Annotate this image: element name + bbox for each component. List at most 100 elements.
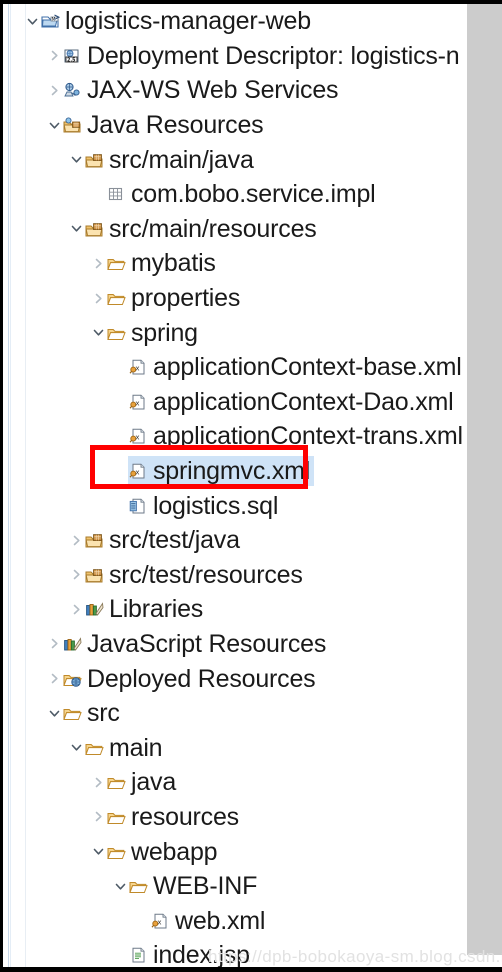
tree-row[interactable]: index.jsp xyxy=(3,938,467,967)
tree-row-content[interactable]: x applicationContext-base.xml xyxy=(128,352,466,382)
tree-row[interactable]: x springmvc.xml xyxy=(3,454,467,489)
svg-text:x: x xyxy=(135,365,139,373)
tree-row[interactable]: x applicationContext-Dao.xml xyxy=(3,385,467,420)
tree-row[interactable]: src xyxy=(3,696,467,731)
tree-row[interactable]: x applicationContext-trans.xml xyxy=(3,419,467,454)
chevron-down-icon[interactable] xyxy=(91,316,106,350)
tree-row[interactable]: resources xyxy=(3,800,467,835)
chevron-right-icon[interactable] xyxy=(91,246,106,280)
project-explorer-view: Mlogistics-manager-web 2.5 Deployment Desc… xyxy=(0,0,502,972)
tree-row-content[interactable]: JAX-WS Web Services xyxy=(62,75,342,105)
project-tree[interactable]: Mlogistics-manager-web 2.5 Deployment Desc… xyxy=(3,4,467,967)
tree-row-content[interactable]: spring xyxy=(106,318,202,348)
chevron-right-icon[interactable] xyxy=(47,39,62,73)
tree-row-content[interactable]: index.jsp xyxy=(128,940,254,967)
chevron-down-icon[interactable] xyxy=(69,731,84,765)
tree-row-content[interactable]: src/main/java xyxy=(84,145,258,175)
tree-row-label: spring xyxy=(131,318,198,347)
chevron-down-icon[interactable] xyxy=(113,869,128,903)
chevron-right-icon[interactable] xyxy=(91,765,106,799)
deployed-resources-icon xyxy=(62,669,82,689)
chevron-right-icon[interactable] xyxy=(47,662,62,696)
tree-row-label: applicationContext-trans.xml xyxy=(153,422,463,451)
tree-row[interactable]: java xyxy=(3,765,467,800)
tree-row-content[interactable]: JavaScript Resources xyxy=(62,629,330,659)
libraries-icon xyxy=(84,599,104,619)
tree-row-label: java xyxy=(131,768,177,797)
tree-row-content[interactable]: src/main/resources xyxy=(84,214,321,244)
tree-row[interactable]: src/test/resources xyxy=(3,558,467,593)
tree-row[interactable]: logistics.sql xyxy=(3,488,467,523)
folder-icon xyxy=(106,807,126,827)
chevron-down-icon[interactable] xyxy=(69,143,84,177)
tree-row[interactable]: com.bobo.service.impl xyxy=(3,177,467,212)
chevron-right-icon[interactable] xyxy=(69,523,84,557)
tree-row[interactable]: JAX-WS Web Services xyxy=(3,73,467,108)
tree-row[interactable]: src/main/java xyxy=(3,142,467,177)
tree-row[interactable]: x applicationContext-base.xml xyxy=(3,350,467,385)
tree-row-content[interactable]: x applicationContext-trans.xml xyxy=(128,421,467,451)
chevron-right-icon[interactable] xyxy=(69,592,84,626)
tree-row[interactable]: x web.xml xyxy=(3,903,467,938)
tree-row-content[interactable]: webapp xyxy=(106,837,221,867)
chevron-down-icon[interactable] xyxy=(91,835,106,869)
web-project-icon: M xyxy=(40,11,60,31)
tree-row[interactable]: JavaScript Resources xyxy=(3,627,467,662)
tree-row-content[interactable]: Mlogistics-manager-web xyxy=(40,6,315,36)
tree-row-content[interactable]: resources xyxy=(106,802,243,832)
tree-row[interactable]: spring xyxy=(3,315,467,350)
tree-row-content[interactable]: 2.5 Deployment Descriptor: logistics-n xyxy=(62,41,464,71)
tree-row[interactable]: Deployed Resources xyxy=(3,661,467,696)
tree-row[interactable]: src/main/resources xyxy=(3,212,467,247)
tree-row-label: WEB-INF xyxy=(153,872,258,901)
tree-row-content[interactable]: WEB-INF xyxy=(128,871,261,901)
tree-row-content[interactable]: com.bobo.service.impl xyxy=(106,179,380,209)
chevron-right-icon[interactable] xyxy=(69,558,84,592)
tree-row-content[interactable]: Java Resources xyxy=(62,110,267,140)
tree-row[interactable]: Java Resources xyxy=(3,108,467,143)
tree-row-content[interactable]: mybatis xyxy=(106,248,220,278)
chevron-right-icon[interactable] xyxy=(91,281,106,315)
chevron-down-icon[interactable] xyxy=(25,4,40,38)
tree-row[interactable]: webapp xyxy=(3,834,467,869)
tree-row-content[interactable]: logistics.sql xyxy=(128,491,282,521)
chevron-right-icon[interactable] xyxy=(91,800,106,834)
folder-icon xyxy=(106,253,126,273)
tree-row-content[interactable]: x applicationContext-Dao.xml xyxy=(128,387,458,417)
tree-row-content[interactable]: main xyxy=(84,733,166,763)
tree-row[interactable]: main xyxy=(3,730,467,765)
tree-row-content[interactable]: src/test/resources xyxy=(84,560,307,590)
svg-text:2.5: 2.5 xyxy=(67,57,76,63)
tree-row-content[interactable]: Libraries xyxy=(84,594,207,624)
tree-row[interactable]: Mlogistics-manager-web xyxy=(3,4,467,39)
tree-row-label: JavaScript Resources xyxy=(87,629,327,658)
tree-row[interactable]: 2.5 Deployment Descriptor: logistics-n xyxy=(3,39,467,74)
tree-row-content[interactable]: x web.xml xyxy=(150,906,269,936)
chevron-down-icon[interactable] xyxy=(47,108,62,142)
source-folder-icon xyxy=(84,219,104,239)
svg-text:x: x xyxy=(157,918,161,926)
tree-row[interactable]: WEB-INF xyxy=(3,869,467,904)
scrollbar-thumb[interactable] xyxy=(467,4,502,955)
tree-row-content[interactable]: x springmvc.xml xyxy=(128,456,315,487)
chevron-down-icon[interactable] xyxy=(69,212,84,246)
tree-row[interactable]: Libraries xyxy=(3,592,467,627)
tree-row-content[interactable]: src xyxy=(62,698,124,728)
tree-row-content[interactable]: java xyxy=(106,767,180,797)
tree-row-content[interactable]: Deployed Resources xyxy=(62,664,319,694)
chevron-down-icon[interactable] xyxy=(47,696,62,730)
tree-row-content[interactable]: properties xyxy=(106,283,244,313)
tree-row-label: com.bobo.service.impl xyxy=(131,180,376,209)
vertical-scrollbar[interactable] xyxy=(467,4,502,967)
tree-row-label: src xyxy=(87,699,120,728)
tree-row[interactable]: src/test/java xyxy=(3,523,467,558)
tree-row[interactable]: mybatis xyxy=(3,246,467,281)
svg-text:x: x xyxy=(135,468,139,476)
jaxws-icon xyxy=(62,80,82,100)
chevron-right-icon[interactable] xyxy=(47,627,62,661)
chevron-right-icon[interactable] xyxy=(47,73,62,107)
xml-file-icon: x xyxy=(128,461,148,481)
tree-row[interactable]: properties xyxy=(3,281,467,316)
package-icon xyxy=(106,184,126,204)
tree-row-content[interactable]: src/test/java xyxy=(84,525,244,555)
